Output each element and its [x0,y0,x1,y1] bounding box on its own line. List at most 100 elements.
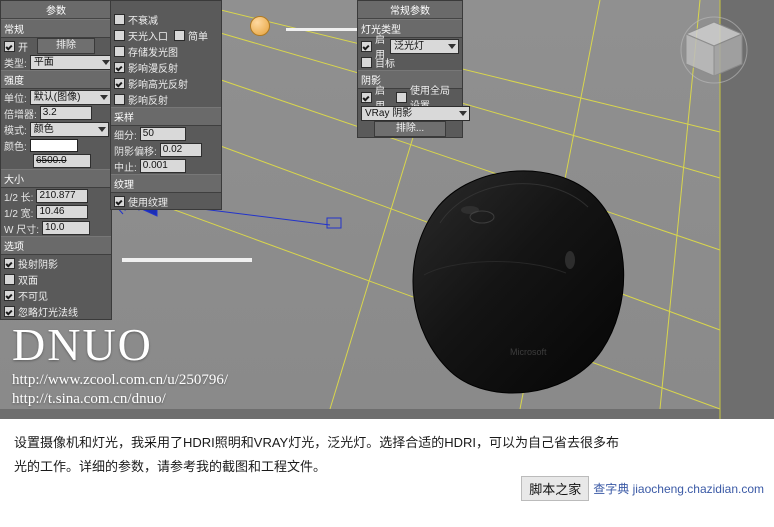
unit-combo[interactable]: 默认(图像) [29,89,111,105]
checkbox-affect-reflection[interactable]: 影响反射 [114,92,168,107]
3d-viewport[interactable]: Microsoft DNUO http://www.zcool.com.cn/u… [0,0,774,419]
temperature-spinner[interactable]: 6500.0 [33,154,91,168]
checkbox-store-irradiance-box[interactable] [114,45,125,57]
section-options: 选项 [1,236,111,255]
checkbox-use-global-box[interactable] [395,91,407,103]
checkbox-target-box[interactable] [361,56,372,68]
row-cast-shadows[interactable]: 投射阴影 [1,255,111,271]
checkbox-affect-specular-label: 影响高光反射 [128,79,188,91]
row-unit[interactable]: 单位: 默认(图像) [1,89,111,105]
screenshot-root: Microsoft DNUO http://www.zcool.com.cn/u… [0,0,774,527]
checkbox-cast-shadows-box[interactable] [4,257,15,269]
checkbox-ignore-normals-label: 忽略灯光法线 [18,307,78,319]
checkbox-double-sided[interactable]: 双面 [4,272,38,287]
w-size-spinner[interactable]: 10.0 [42,221,90,235]
row-half-length[interactable]: 1/2 长: 210.877 [1,188,111,204]
scene-helper-bar-2 [122,258,252,262]
row-use-texture[interactable]: 使用纹理 [111,193,221,209]
row-vray-exclude[interactable]: 排除... [358,121,462,137]
checkbox-affect-specular-box[interactable] [114,77,125,89]
row-no-decay[interactable]: 不衰减 [111,11,221,27]
product-mesh[interactable]: Microsoft [370,155,660,405]
row-shadow-bias[interactable]: 阴影偏移: 0.02 [111,142,221,158]
checkbox-cast-shadows[interactable]: 投射阴影 [4,256,58,271]
checkbox-light-enable-box[interactable] [361,40,372,52]
row-temperature[interactable]: 6500.0 [1,153,111,169]
row-cutoff[interactable]: 中止: 0.001 [111,158,221,174]
subdivs-spinner[interactable]: 50 [139,127,186,141]
cutoff-label: 中止: [114,162,137,174]
checkbox-double-sided-box[interactable] [4,273,15,285]
checkbox-invisible[interactable]: 不可见 [4,288,48,303]
row-store-irradiance[interactable]: 存储发光图 [111,43,221,59]
row-mode[interactable]: 模式: 颜色 [1,121,111,137]
type-combo[interactable]: 平面 [29,54,113,70]
checkbox-no-decay-box[interactable] [114,13,125,25]
row-w-size[interactable]: W 尺寸: 10.0 [1,220,111,236]
color-swatch[interactable] [29,138,78,152]
exclude-button[interactable]: 排除 [37,38,95,54]
half-length-label: 1/2 长: [4,192,34,204]
row-invisible[interactable]: 不可见 [1,287,111,303]
checkbox-affect-specular[interactable]: 影响高光反射 [114,76,188,91]
checkbox-simple-box[interactable] [174,29,185,41]
section-intensity: 强度 [1,70,111,89]
checkbox-skylight-portal[interactable]: 天光入口 [114,28,168,43]
checkbox-affect-diffuse-label: 影响漫反射 [128,63,178,75]
row-affect-reflection[interactable]: 影响反射 [111,91,221,107]
view-cube[interactable] [678,16,750,88]
shadow-type-combo[interactable]: VRay 阴影 [361,105,470,121]
checkbox-target[interactable]: 目标 [361,55,395,70]
shadow-bias-label: 阴影偏移: [114,146,157,158]
checkbox-invisible-box[interactable] [4,289,15,301]
shadow-bias-spinner[interactable]: 0.02 [159,143,202,157]
vray-exclude-button[interactable]: 排除... [374,121,446,137]
row-affect-diffuse[interactable]: 影响漫反射 [111,59,221,75]
row-half-width[interactable]: 1/2 宽: 10.46 [1,204,111,220]
row-color[interactable]: 颜色: [1,137,111,153]
vray-light-params-panel[interactable]: 参数 常规 开 排除 类型: 平面 强度 单位: 默认(图像) 倍增器: 3.2… [0,0,113,320]
checkbox-simple-label: 简单 [188,31,208,43]
checkbox-skylight-portal-box[interactable] [114,29,125,41]
checkbox-affect-reflection-box[interactable] [114,93,125,105]
w-size-label: W 尺寸: [4,224,39,236]
cutoff-spinner[interactable]: 0.001 [139,159,186,173]
vray-general-params-panel[interactable]: 常规参数 灯光类型 启用 泛光灯 目标 阴影 启用 [357,0,470,138]
checkbox-simple[interactable]: 简单 [174,28,208,43]
half-width-spinner[interactable]: 10.46 [36,205,89,219]
row-shadow-enable[interactable]: 启用 使用全局设置 [358,86,462,112]
row-affect-specular[interactable]: 影响高光反射 [111,75,221,91]
checkbox-affect-diffuse[interactable]: 影响漫反射 [114,60,178,75]
checkbox-store-irradiance[interactable]: 存储发光图 [114,44,178,59]
row-ignore-normals[interactable]: 忽略灯光法线 [1,303,111,319]
watermark-url-1: http://www.zcool.com.cn/u/250796/ [12,372,229,388]
checkbox-on[interactable]: 开 [4,39,28,54]
row-multiplier[interactable]: 倍增器: 3.2 [1,105,111,121]
row-light-enable[interactable]: 启用 泛光灯 [358,35,462,61]
vray-light-options-panel[interactable]: 不衰减 天光入口 简单 存储发光图 影响漫反射 影响高光反射 影响反射 采样 细… [110,0,222,210]
checkbox-no-decay[interactable]: 不衰减 [114,12,158,27]
vray-panel-title: 常规参数 [358,1,462,19]
caption-line-1: 设置摄像机和灯光，我采用了HDRI照明和VRAY灯光，泛光灯。选择合适的HDRI… [14,435,619,450]
multiplier-spinner[interactable]: 3.2 [39,106,92,120]
row-shadow-type[interactable]: VRay 阴影 [358,105,470,121]
half-length-spinner[interactable]: 210.877 [36,189,89,203]
row-on[interactable]: 开 排除 [1,38,111,54]
checkbox-ignore-normals[interactable]: 忽略灯光法线 [4,304,78,319]
checkbox-shadow-enable-box[interactable] [361,91,372,103]
row-skylight-portal[interactable]: 天光入口 简单 [111,27,221,43]
light-type-combo[interactable]: 泛光灯 [390,38,459,54]
checkbox-use-texture[interactable]: 使用纹理 [114,194,168,209]
checkbox-affect-reflection-label: 影响反射 [128,95,168,107]
row-double-sided[interactable]: 双面 [1,271,111,287]
checkbox-affect-diffuse-box[interactable] [114,61,125,73]
mode-combo[interactable]: 颜色 [29,121,109,137]
row-subdivs[interactable]: 细分: 50 [111,126,221,142]
light-sphere-gizmo[interactable] [250,16,270,36]
checkbox-on-box[interactable] [4,40,15,52]
checkbox-cast-shadows-label: 投射阴影 [18,259,58,271]
row-target[interactable]: 目标 [358,54,462,70]
checkbox-ignore-normals-box[interactable] [4,305,15,317]
checkbox-use-texture-box[interactable] [114,195,125,207]
row-type[interactable]: 类型: 平面 [1,54,113,70]
